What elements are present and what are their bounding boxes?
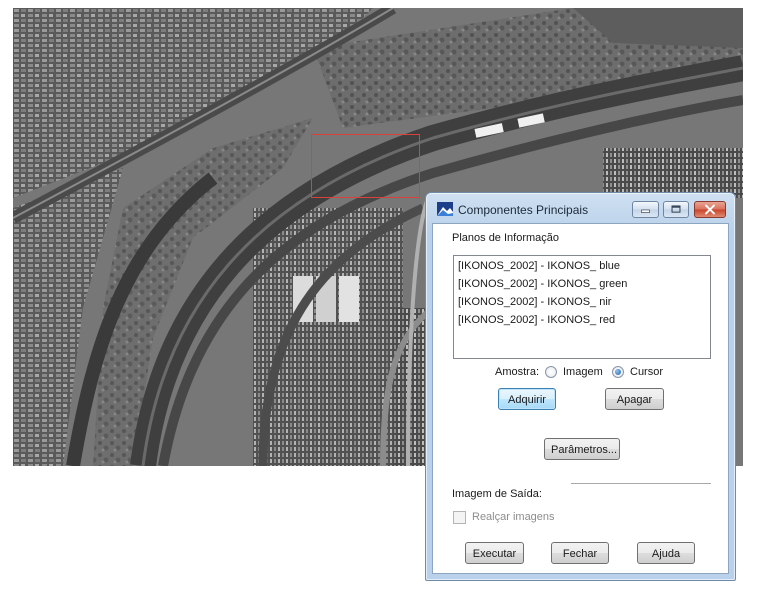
list-item-plane-red[interactable]: [IKONOS_2002] - IKONOS_ red	[454, 311, 710, 329]
executar-button[interactable]: Executar	[465, 542, 524, 564]
fechar-button[interactable]: Fechar	[551, 542, 609, 564]
output-separator	[571, 483, 711, 484]
apagar-button[interactable]: Apagar	[605, 388, 664, 410]
title-bar[interactable]: Componentes Principais	[426, 193, 735, 223]
selection-rectangle[interactable]	[311, 134, 420, 198]
list-item-plane-green[interactable]: [IKONOS_2002] - IKONOS_ green	[454, 275, 710, 293]
sample-label: Amostra:	[495, 366, 540, 378]
list-item-plane-blue[interactable]: [IKONOS_2002] - IKONOS_ blue	[454, 257, 710, 275]
principal-components-dialog: Componentes Principais Planos de Informa…	[425, 192, 736, 581]
radio-imagem-label[interactable]: Imagem	[563, 366, 603, 378]
radio-cursor[interactable]	[612, 366, 624, 378]
enhance-images-checkbox[interactable]	[453, 511, 466, 524]
dialog-body: Planos de Informação [IKONOS_2002] - IKO…	[432, 223, 729, 574]
window-title: Componentes Principais	[458, 203, 589, 217]
enhance-images-label: Realçar imagens	[472, 511, 555, 523]
planes-listbox[interactable]: [IKONOS_2002] - IKONOS_ blue [IKONOS_200…	[453, 255, 711, 359]
adquirir-button[interactable]: Adquirir	[498, 388, 556, 410]
ajuda-button[interactable]: Ajuda	[637, 542, 695, 564]
sample-radio-group: Amostra: Imagem Cursor	[433, 365, 728, 381]
maximize-button[interactable]	[663, 201, 689, 218]
output-image-label: Imagem de Saída:	[452, 488, 542, 500]
maximize-icon	[671, 205, 681, 213]
minimize-button[interactable]	[632, 201, 659, 218]
parametros-button[interactable]: Parâmetros...	[544, 438, 620, 460]
spring-app-icon	[437, 202, 453, 216]
minimize-icon	[641, 209, 650, 213]
planes-label: Planos de Informação	[452, 232, 560, 244]
radio-cursor-label[interactable]: Cursor	[630, 366, 663, 378]
close-button[interactable]	[694, 201, 726, 218]
radio-imagem[interactable]	[545, 366, 557, 378]
list-item-plane-nir[interactable]: [IKONOS_2002] - IKONOS_ nir	[454, 293, 710, 311]
close-icon	[705, 204, 715, 215]
